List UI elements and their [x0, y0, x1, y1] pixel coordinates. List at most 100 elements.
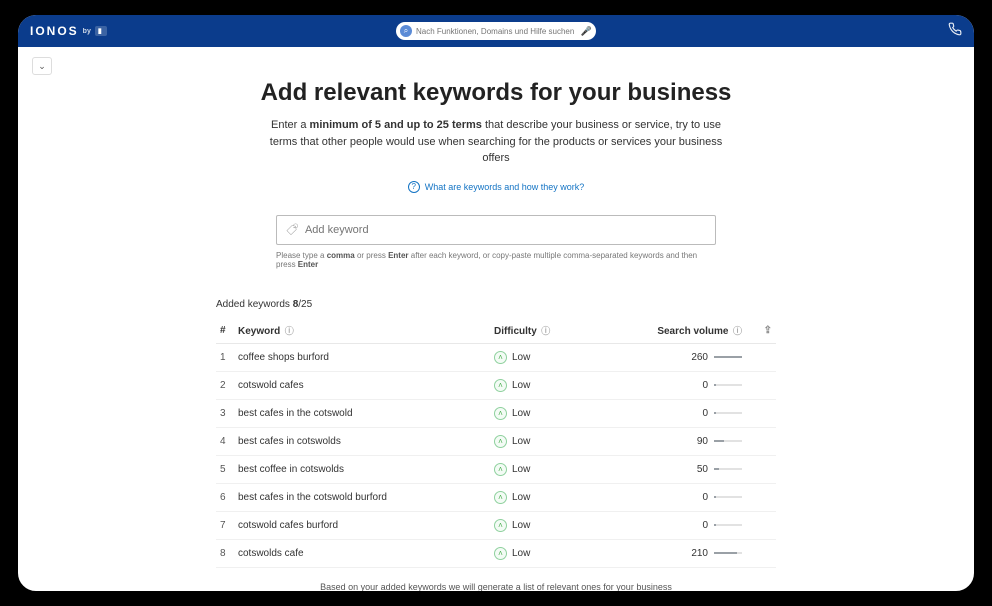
global-search[interactable]: ⌕ 🎤 — [396, 22, 596, 40]
info-icon[interactable]: ⓘ — [282, 326, 294, 336]
table-row[interactable]: 2cotswold cafes˄Low0 — [216, 371, 776, 399]
table-row[interactable]: 1coffee shops burford˄Low260 — [216, 343, 776, 371]
volume-bar — [714, 552, 742, 554]
difficulty-low-icon: ˄ — [494, 351, 507, 364]
export-icon[interactable]: ⇪ — [764, 325, 772, 336]
volume-bar — [714, 440, 742, 442]
row-keyword: cotswold cafes — [234, 371, 490, 399]
row-keyword: cotswolds cafe — [234, 539, 490, 567]
mic-icon[interactable]: 🎤 — [581, 26, 592, 37]
row-actions — [746, 371, 776, 399]
row-actions — [746, 539, 776, 567]
page-scroll: ⌄ Add relevant keywords for your busines… — [18, 47, 974, 591]
phone-icon — [948, 22, 962, 36]
row-keyword: best cafes in the cotswold burford — [234, 483, 490, 511]
volume-bar — [714, 356, 742, 358]
keywords-table: # Keyword ⓘ Difficulty ⓘ Search volume ⓘ… — [216, 318, 776, 568]
row-volume: 0 — [595, 399, 746, 427]
volume-bar — [714, 468, 742, 470]
search-input[interactable] — [412, 27, 581, 36]
table-row[interactable]: 3best cafes in the cotswold˄Low0 — [216, 399, 776, 427]
row-actions — [746, 483, 776, 511]
row-keyword: best cafes in the cotswold — [234, 399, 490, 427]
row-volume: 0 — [595, 483, 746, 511]
search-icon: ⌕ — [400, 25, 412, 37]
col-actions[interactable]: ⇪ — [746, 318, 776, 344]
difficulty-low-icon: ˄ — [494, 463, 507, 476]
brand-logo: IONOS by ▮ — [30, 24, 107, 38]
volume-bar — [714, 384, 742, 386]
question-icon: ? — [408, 181, 420, 193]
page-lead: Enter a minimum of 5 and up to 25 terms … — [256, 117, 736, 167]
added-counter: Added keywords 8/25 — [216, 299, 776, 310]
page-title: Add relevant keywords for your business — [216, 79, 776, 107]
row-keyword: best cafes in cotswolds — [234, 427, 490, 455]
difficulty-low-icon: ˄ — [494, 435, 507, 448]
collapse-chevron-button[interactable]: ⌄ — [32, 57, 52, 75]
keyword-hint: Please type a comma or press Enter after… — [276, 251, 716, 269]
row-index: 5 — [216, 455, 234, 483]
difficulty-low-icon: ˄ — [494, 547, 507, 560]
row-difficulty: ˄Low — [490, 483, 595, 511]
row-actions — [746, 343, 776, 371]
row-index: 6 — [216, 483, 234, 511]
difficulty-low-icon: ˄ — [494, 491, 507, 504]
tag-icon: 🏷 — [285, 223, 298, 237]
table-row[interactable]: 8cotswolds cafe˄Low210 — [216, 539, 776, 567]
col-keyword[interactable]: Keyword ⓘ — [234, 318, 490, 344]
row-volume: 260 — [595, 343, 746, 371]
row-difficulty: ˄Low — [490, 371, 595, 399]
table-row[interactable]: 4best cafes in cotswolds˄Low90 — [216, 427, 776, 455]
row-volume: 0 — [595, 371, 746, 399]
row-actions — [746, 427, 776, 455]
row-actions — [746, 399, 776, 427]
table-row[interactable]: 5best coffee in cotswolds˄Low50 — [216, 455, 776, 483]
row-index: 7 — [216, 511, 234, 539]
support-link[interactable] — [948, 22, 962, 41]
help-link[interactable]: ? What are keywords and how they work? — [216, 181, 776, 193]
row-index: 8 — [216, 539, 234, 567]
help-link-label: What are keywords and how they work? — [425, 182, 585, 192]
volume-bar — [714, 524, 742, 526]
difficulty-low-icon: ˄ — [494, 519, 507, 532]
col-difficulty[interactable]: Difficulty ⓘ — [490, 318, 595, 344]
row-keyword: cotswold cafes burford — [234, 511, 490, 539]
top-nav: IONOS by ▮ ⌕ 🎤 — [18, 15, 974, 47]
info-icon[interactable]: ⓘ — [730, 326, 742, 336]
row-index: 3 — [216, 399, 234, 427]
difficulty-low-icon: ˄ — [494, 407, 507, 420]
row-volume: 0 — [595, 511, 746, 539]
row-index: 4 — [216, 427, 234, 455]
col-volume[interactable]: Search volume ⓘ — [595, 318, 746, 344]
row-volume: 50 — [595, 455, 746, 483]
page-body: Add relevant keywords for your business … — [216, 79, 776, 591]
chevron-down-icon: ⌄ — [38, 61, 46, 72]
volume-bar — [714, 412, 742, 414]
suggest-note: Based on your added keywords we will gen… — [216, 582, 776, 592]
col-num: # — [216, 318, 234, 344]
brand-text: IONOS — [30, 24, 79, 38]
row-volume: 210 — [595, 539, 746, 567]
table-row[interactable]: 7cotswold cafes burford˄Low0 — [216, 511, 776, 539]
brand-byline: by — [83, 28, 91, 35]
row-volume: 90 — [595, 427, 746, 455]
row-actions — [746, 455, 776, 483]
row-keyword: coffee shops burford — [234, 343, 490, 371]
row-keyword: best coffee in cotswolds — [234, 455, 490, 483]
app-window: IONOS by ▮ ⌕ 🎤 ⌄ Add relevant keywords f… — [16, 13, 976, 593]
row-difficulty: ˄Low — [490, 539, 595, 567]
keyword-input[interactable] — [305, 224, 707, 236]
row-difficulty: ˄Low — [490, 399, 595, 427]
row-difficulty: ˄Low — [490, 427, 595, 455]
row-difficulty: ˄Low — [490, 343, 595, 371]
difficulty-low-icon: ˄ — [494, 379, 507, 392]
row-index: 1 — [216, 343, 234, 371]
info-icon[interactable]: ⓘ — [539, 326, 551, 336]
keyword-input-wrap[interactable]: 🏷 — [276, 215, 716, 245]
table-row[interactable]: 6best cafes in the cotswold burford˄Low0 — [216, 483, 776, 511]
row-actions — [746, 511, 776, 539]
row-difficulty: ˄Low — [490, 511, 595, 539]
volume-bar — [714, 496, 742, 498]
row-difficulty: ˄Low — [490, 455, 595, 483]
brand-badge-icon: ▮ — [95, 26, 107, 36]
